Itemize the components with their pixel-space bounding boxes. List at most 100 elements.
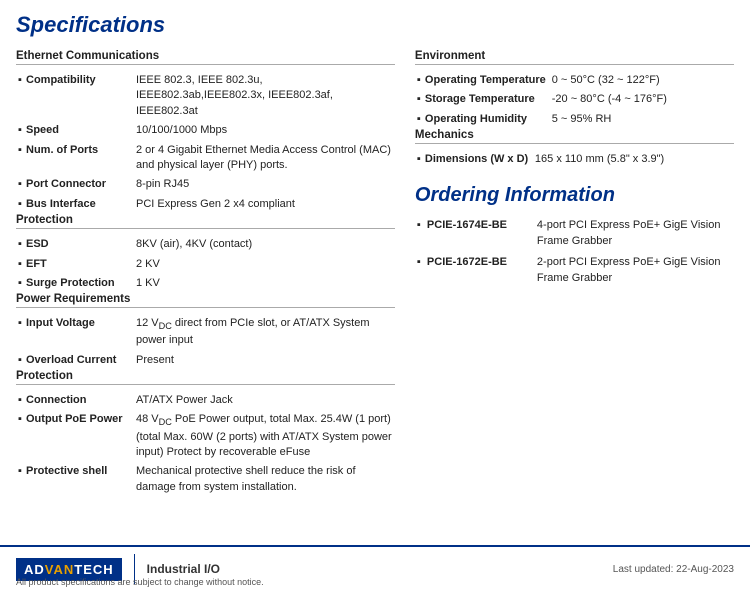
ordering-model: PCIE-1674E-BE bbox=[425, 215, 535, 252]
row-label: Connection bbox=[26, 391, 136, 410]
section-title-ethernet: Ethernet Communications bbox=[16, 50, 395, 65]
two-column-layout: Ethernet Communications ▪ Compatibility … bbox=[16, 50, 734, 497]
bullet: ▪ bbox=[16, 235, 26, 254]
environment-table: ▪ Operating Temperature 0 ~ 50°C (32 ~ 1… bbox=[415, 71, 734, 129]
table-row: ▪ ESD 8KV (air), 4KV (contact) bbox=[16, 235, 395, 254]
row-value: PCI Express Gen 2 x4 compliant bbox=[136, 195, 395, 214]
section-title-protection2: Protection bbox=[16, 370, 395, 385]
row-value: Present bbox=[136, 351, 395, 370]
row-value: AT/ATX Power Jack bbox=[136, 391, 395, 410]
ordering-description: 2-port PCI Express PoE+ GigE Vision Fram… bbox=[535, 252, 734, 289]
ordering-description: 4-port PCI Express PoE+ GigE Vision Fram… bbox=[535, 215, 734, 252]
page-title: Specifications bbox=[16, 12, 734, 38]
row-value: 12 VDC direct from PCIe slot, or AT/ATX … bbox=[136, 314, 395, 350]
row-value: 1 KV bbox=[136, 274, 395, 293]
row-value: -20 ~ 80°C (-4 ~ 176°F) bbox=[552, 90, 734, 109]
section-title-protection1: Protection bbox=[16, 214, 395, 229]
table-row: ▪ Compatibility IEEE 802.3, IEEE 802.3u,… bbox=[16, 71, 395, 121]
row-label: Storage Temperature bbox=[425, 90, 552, 109]
power-table: ▪ Input Voltage 12 VDC direct from PCIe … bbox=[16, 314, 395, 370]
row-value: 48 VDC PoE Power output, total Max. 25.4… bbox=[136, 410, 395, 462]
table-row: ▪ Bus Interface PCI Express Gen 2 x4 com… bbox=[16, 195, 395, 214]
table-row: ▪ Operating Temperature 0 ~ 50°C (32 ~ 1… bbox=[415, 71, 734, 90]
bullet: ▪ bbox=[16, 71, 26, 121]
ordering-table: ▪ PCIE-1674E-BE 4-port PCI Express PoE+ … bbox=[415, 215, 734, 289]
row-label: Bus Interface bbox=[26, 195, 136, 214]
section-mechanics: Mechanics ▪ Dimensions (W x D) 165 x 110… bbox=[415, 129, 734, 169]
bullet: ▪ bbox=[16, 175, 26, 194]
row-label: Compatibility bbox=[26, 71, 136, 121]
table-row: ▪ Num. of Ports 2 or 4 Gigabit Ethernet … bbox=[16, 141, 395, 176]
table-row: ▪ Protective shell Mechanical protective… bbox=[16, 462, 395, 497]
bullet: ▪ bbox=[415, 110, 425, 129]
protection2-table: ▪ Connection AT/ATX Power Jack ▪ Output … bbox=[16, 391, 395, 497]
section-protection2: Protection ▪ Connection AT/ATX Power Jac… bbox=[16, 370, 395, 497]
bullet: ▪ bbox=[16, 391, 26, 410]
ordering-model: PCIE-1672E-BE bbox=[425, 252, 535, 289]
footer-label: Industrial I/O bbox=[147, 562, 220, 576]
row-label: Input Voltage bbox=[26, 314, 136, 350]
row-label: Surge Protection bbox=[26, 274, 136, 293]
bullet: ▪ bbox=[16, 121, 26, 140]
mechanics-table: ▪ Dimensions (W x D) 165 x 110 mm (5.8" … bbox=[415, 150, 734, 169]
row-value: 8KV (air), 4KV (contact) bbox=[136, 235, 395, 254]
section-title-power: Power Requirements bbox=[16, 293, 395, 308]
logo-tech: TECH bbox=[74, 562, 113, 577]
main-content: Specifications Ethernet Communications ▪… bbox=[0, 0, 750, 557]
bullet: ▪ bbox=[16, 141, 26, 176]
bullet: ▪ bbox=[16, 274, 26, 293]
section-environment: Environment ▪ Operating Temperature 0 ~ … bbox=[415, 50, 734, 129]
table-row: ▪ Output PoE Power 48 VDC PoE Power outp… bbox=[16, 410, 395, 462]
row-label: EFT bbox=[26, 255, 136, 274]
row-label: Dimensions (W x D) bbox=[425, 150, 535, 169]
row-value: 2 or 4 Gigabit Ethernet Media Access Con… bbox=[136, 141, 395, 176]
row-value: 8-pin RJ45 bbox=[136, 175, 395, 194]
row-value: 165 x 110 mm (5.8" x 3.9") bbox=[535, 150, 734, 169]
ordering-title: Ordering Information bbox=[415, 184, 734, 207]
row-label: Num. of Ports bbox=[26, 141, 136, 176]
ordering-row: ▪ PCIE-1674E-BE 4-port PCI Express PoE+ … bbox=[415, 215, 734, 252]
bullet: ▪ bbox=[16, 314, 26, 350]
section-title-mechanics: Mechanics bbox=[415, 129, 734, 144]
row-label: Protective shell bbox=[26, 462, 136, 497]
protection1-table: ▪ ESD 8KV (air), 4KV (contact) ▪ EFT 2 K… bbox=[16, 235, 395, 293]
row-label: Port Connector bbox=[26, 175, 136, 194]
bullet: ▪ bbox=[16, 255, 26, 274]
table-row: ▪ Overload Current Present bbox=[16, 351, 395, 370]
logo-ad: AD bbox=[24, 562, 45, 577]
row-value: 2 KV bbox=[136, 255, 395, 274]
table-row: ▪ Connection AT/ATX Power Jack bbox=[16, 391, 395, 410]
ethernet-table: ▪ Compatibility IEEE 802.3, IEEE 802.3u,… bbox=[16, 71, 395, 214]
bullet: ▪ bbox=[16, 462, 26, 497]
table-row: ▪ Surge Protection 1 KV bbox=[16, 274, 395, 293]
section-title-environment: Environment bbox=[415, 50, 734, 65]
table-row: ▪ Storage Temperature -20 ~ 80°C (-4 ~ 1… bbox=[415, 90, 734, 109]
bullet: ▪ bbox=[415, 71, 425, 90]
footer-disclaimer: All product specifications are subject t… bbox=[16, 577, 264, 587]
table-row: ▪ Port Connector 8-pin RJ45 bbox=[16, 175, 395, 194]
section-ordering: Ordering Information ▪ PCIE-1674E-BE 4-p… bbox=[415, 184, 734, 289]
bullet: ▪ bbox=[415, 90, 425, 109]
table-row: ▪ Input Voltage 12 VDC direct from PCIe … bbox=[16, 314, 395, 350]
footer-last-updated: Last updated: 22-Aug-2023 bbox=[613, 564, 734, 575]
logo-van: VAN bbox=[45, 562, 74, 577]
bullet: ▪ bbox=[415, 252, 425, 289]
bullet: ▪ bbox=[16, 410, 26, 462]
table-row: ▪ Speed 10/100/1000 Mbps bbox=[16, 121, 395, 140]
section-power: Power Requirements ▪ Input Voltage 12 VD… bbox=[16, 293, 395, 370]
row-value: Mechanical protective shell reduce the r… bbox=[136, 462, 395, 497]
bullet: ▪ bbox=[16, 195, 26, 214]
table-row: ▪ EFT 2 KV bbox=[16, 255, 395, 274]
table-row: ▪ Operating Humidity 5 ~ 95% RH bbox=[415, 110, 734, 129]
row-label: Output PoE Power bbox=[26, 410, 136, 462]
bullet: ▪ bbox=[16, 351, 26, 370]
row-label: Overload Current bbox=[26, 351, 136, 370]
row-value: 5 ~ 95% RH bbox=[552, 110, 734, 129]
section-ethernet: Ethernet Communications ▪ Compatibility … bbox=[16, 50, 395, 214]
bullet: ▪ bbox=[415, 215, 425, 252]
row-label: Operating Temperature bbox=[425, 71, 552, 90]
row-label: Speed bbox=[26, 121, 136, 140]
bullet: ▪ bbox=[415, 150, 425, 169]
row-label: ESD bbox=[26, 235, 136, 254]
row-value: IEEE 802.3, IEEE 802.3u, IEEE802.3ab,IEE… bbox=[136, 71, 395, 121]
